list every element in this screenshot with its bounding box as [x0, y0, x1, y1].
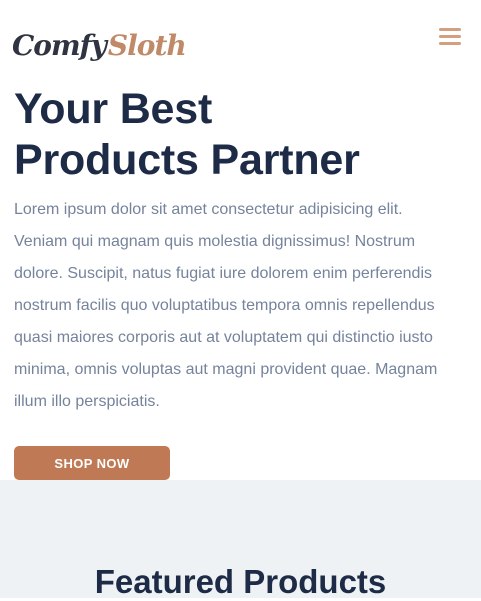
hamburger-menu-icon	[439, 28, 461, 31]
brand-logo[interactable]: Comfy Sloth	[12, 16, 187, 62]
hero-title-line-2: Products Partner	[14, 136, 360, 184]
page: Comfy Sloth Your Best Products Partner L…	[0, 0, 481, 600]
hero-title: Your Best Products Partner	[14, 84, 360, 186]
logo-text-accent: Sloth	[107, 29, 187, 62]
hero-title-line-1: Your Best	[14, 85, 213, 133]
hero-description: Lorem ipsum dolor sit amet consectetur a…	[14, 201, 438, 410]
featured-products-title: Featured Products	[94, 563, 387, 600]
site-header: Comfy Sloth	[12, 16, 465, 60]
hamburger-menu-icon	[439, 42, 461, 45]
logo-text-primary: Comfy	[12, 29, 107, 62]
menu-toggle-button[interactable]	[435, 22, 465, 52]
shop-now-button[interactable]: SHOP NOW	[14, 446, 170, 480]
hamburger-menu-icon	[439, 35, 461, 38]
featured-products-section: Featured Products	[0, 480, 481, 600]
